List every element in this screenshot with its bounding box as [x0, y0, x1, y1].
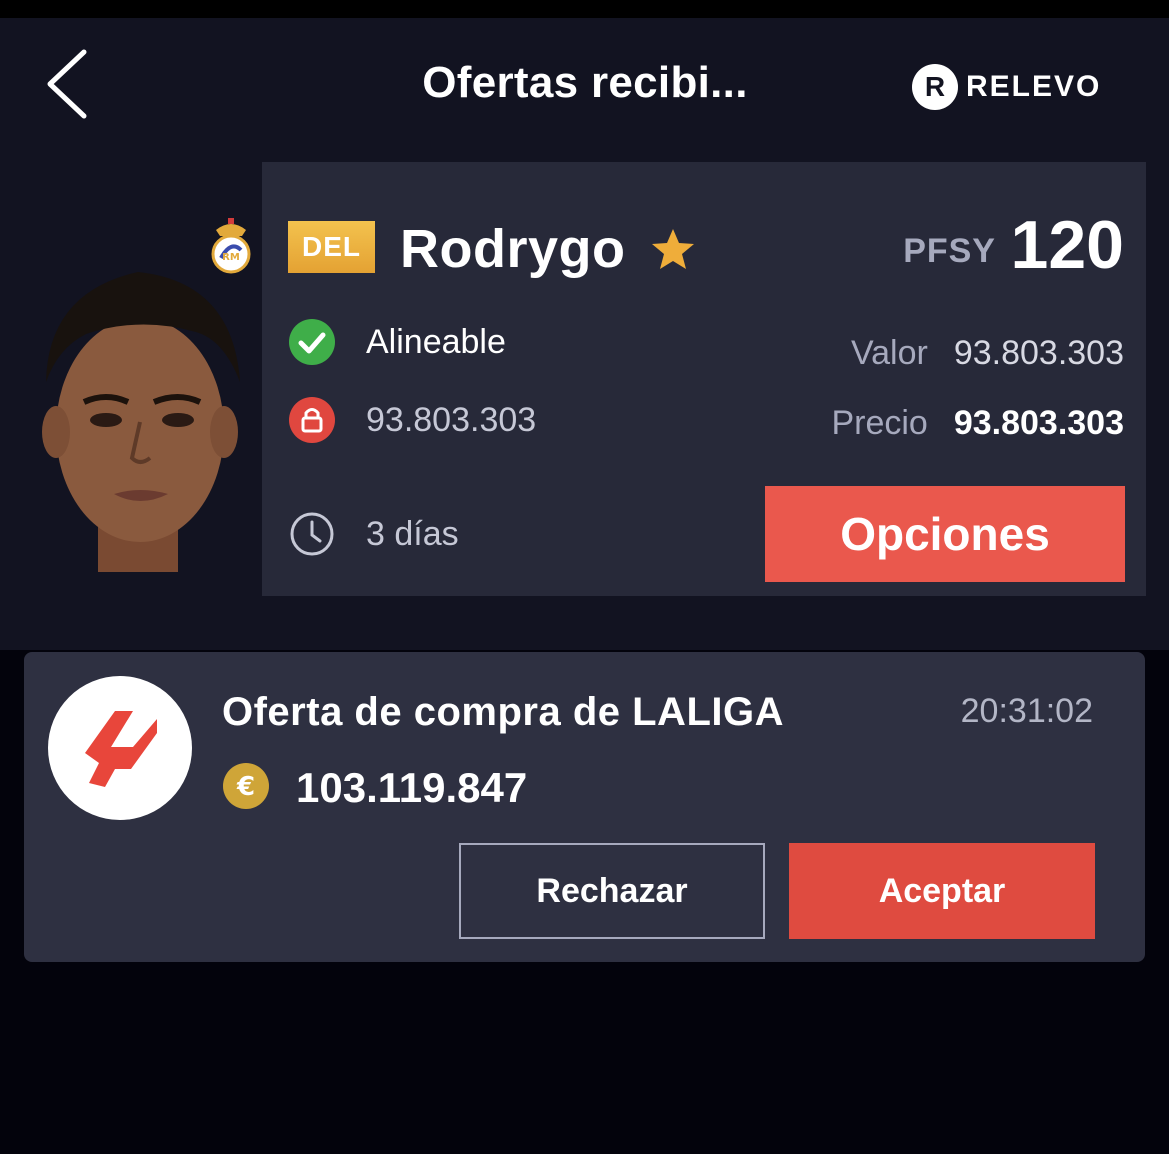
options-button[interactable]: Opciones — [765, 486, 1125, 582]
star-icon[interactable] — [650, 226, 696, 272]
lock-icon — [289, 397, 335, 443]
offer-card: Oferta de compra de LALIGA 20:31:02 € 10… — [24, 652, 1145, 962]
offer-amount: 103.119.847 — [296, 764, 528, 811]
laliga-logo-icon — [85, 711, 157, 787]
days-left: 3 días — [366, 514, 459, 553]
status-label: Alineable — [366, 322, 506, 361]
offer-title: Oferta de compra de LALIGA — [222, 690, 784, 734]
brand-logo: R RELEVO — [912, 64, 1101, 110]
stat-valor: Valor 93.803.303 — [851, 334, 1124, 374]
clock-icon — [290, 512, 334, 556]
laliga-logo — [48, 676, 192, 820]
precio-label: Precio — [831, 404, 928, 442]
status-row-clause: 93.803.303 — [288, 395, 588, 445]
accept-button[interactable]: Aceptar — [789, 843, 1095, 939]
player-name: Rodrygo — [400, 219, 626, 279]
pfsy-value: 120 — [1010, 207, 1124, 283]
chevron-left-icon — [47, 49, 87, 119]
brand-name: RELEVO — [966, 70, 1102, 103]
offer-time: 20:31:02 — [960, 692, 1093, 730]
stat-precio: Precio 93.803.303 — [831, 404, 1124, 444]
valor-label: Valor — [850, 334, 928, 372]
player-card: DEL Rodrygo PFSY 120 Alineable 93.803.30… — [262, 162, 1146, 596]
status-row-alineable: Alineable — [288, 317, 588, 367]
player-photo — [42, 272, 240, 572]
precio-amount: 93.803.303 — [953, 404, 1124, 442]
page-title: Ofertas recibi... — [422, 58, 748, 107]
euro-coin-icon: € — [223, 763, 269, 809]
svg-text:€: € — [236, 772, 255, 802]
reject-button[interactable]: Rechazar — [459, 843, 765, 939]
back-button[interactable] — [34, 44, 104, 124]
position-badge: DEL — [288, 221, 375, 273]
status-strip — [0, 0, 1169, 18]
brand-badge: R — [912, 64, 958, 110]
valor-amount: 93.803.303 — [953, 334, 1124, 372]
clause-value: 93.803.303 — [366, 400, 537, 439]
status-row-days: 3 días — [288, 509, 588, 559]
check-circle-icon — [289, 319, 335, 365]
pfsy-label: PFSY — [903, 232, 996, 270]
